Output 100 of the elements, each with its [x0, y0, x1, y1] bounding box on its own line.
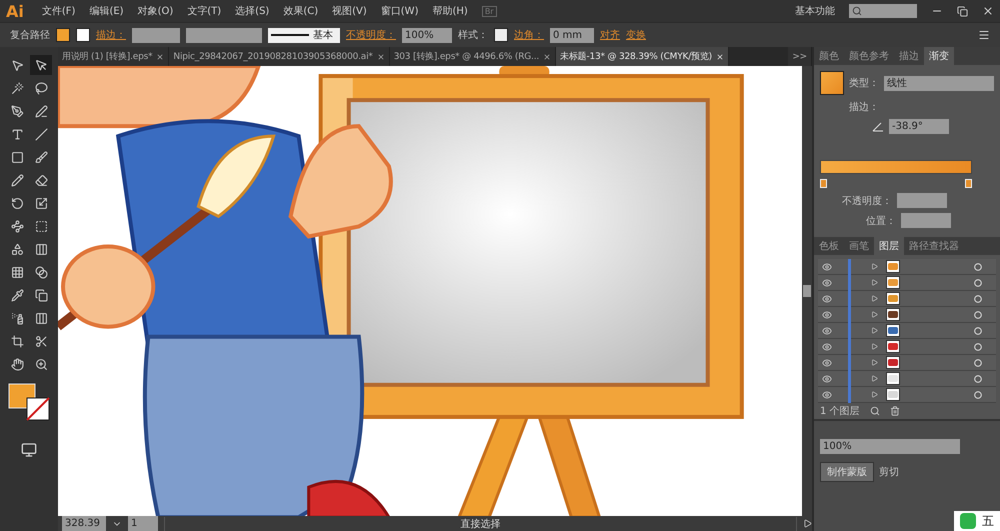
stroke-swatch[interactable] [76, 28, 90, 42]
make-mask-button[interactable]: 制作蒙版 [820, 462, 874, 482]
trash-icon[interactable] [890, 406, 900, 416]
search-icon[interactable] [870, 406, 880, 416]
brush-definition-dropdown[interactable]: 基本 [268, 28, 340, 42]
document-tab[interactable]: Nipic_29842067_20190828103905368000.ai* [169, 47, 390, 66]
eye-icon[interactable] [822, 278, 832, 288]
eye-icon[interactable] [822, 358, 832, 368]
menu-item[interactable]: 文字(T) [187, 4, 222, 18]
stroke-label: 描边： [849, 100, 879, 114]
eye-icon[interactable] [822, 342, 832, 352]
menu-item[interactable]: 选择(S) [235, 4, 270, 18]
layer-row[interactable] [818, 387, 996, 403]
expand-arrow-icon[interactable] [871, 391, 878, 398]
expand-arrow-icon[interactable] [871, 359, 878, 366]
menu-item[interactable]: 文件(F) [42, 4, 76, 18]
opacity-field[interactable]: 100% [820, 439, 960, 454]
bridge-button[interactable]: Br [482, 6, 497, 16]
fill-swatch[interactable] [56, 28, 70, 42]
layer-row[interactable] [818, 339, 996, 355]
location-field[interactable] [901, 213, 951, 228]
panel-tab[interactable]: 颜色参考 [844, 47, 894, 65]
screen-mode-icon[interactable] [21, 442, 37, 458]
document-tab[interactable]: 用说明 (1) [转换].eps* [58, 47, 170, 66]
transform-link[interactable]: 变换 [626, 28, 646, 42]
tool-button[interactable] [30, 55, 52, 75]
eye-icon[interactable] [822, 390, 832, 400]
stroke-line-icon [271, 33, 309, 37]
eye-icon[interactable] [822, 326, 832, 336]
expand-arrow-icon[interactable] [871, 295, 878, 302]
opacity-field[interactable]: 100% [402, 28, 452, 42]
layer-count: 1 个图层 [820, 405, 860, 418]
pen-icon [10, 104, 24, 118]
expand-arrow-icon[interactable] [871, 375, 878, 382]
close-icon[interactable] [716, 52, 724, 60]
search-icon [852, 6, 862, 16]
free-transform-icon [34, 220, 48, 232]
close-icon[interactable] [376, 52, 385, 60]
eye-icon[interactable] [822, 374, 832, 384]
panel-tab[interactable]: 画笔 [844, 237, 874, 255]
menu-item[interactable]: 对象(O) [138, 4, 174, 18]
document-tab[interactable]: 未标题-13* @ 328.39% (CMYK/预览) [556, 47, 729, 66]
opacity-link[interactable]: 不透明度： [346, 28, 396, 42]
expand-arrow-icon[interactable] [871, 263, 878, 270]
status-text: 直接选择 [164, 516, 797, 530]
panel-tab[interactable]: 渐变 [924, 47, 954, 65]
eye-icon[interactable] [822, 294, 832, 304]
layer-row[interactable] [818, 355, 996, 371]
stroke-link[interactable]: 描边： [96, 28, 126, 42]
expand-arrow-icon[interactable] [871, 311, 878, 318]
layer-row[interactable] [818, 291, 996, 307]
corner-link[interactable]: 边角： [514, 28, 544, 42]
app-logo: Ai [6, 2, 24, 20]
layer-row[interactable] [818, 307, 996, 323]
close-icon[interactable] [543, 52, 552, 60]
variable-width-dropdown[interactable] [186, 28, 262, 42]
menu-item[interactable]: 窗口(W) [380, 4, 418, 18]
column-graph-icon [34, 312, 48, 324]
close-icon[interactable] [156, 52, 164, 60]
type-dropdown[interactable]: 线性 [884, 76, 994, 90]
panel-tab[interactable]: 色板 [814, 237, 844, 255]
layer-row[interactable] [818, 275, 996, 291]
panel-tab[interactable]: 颜色 [814, 47, 844, 65]
zoom-icon [34, 358, 48, 370]
selection-arrow-icon [10, 58, 24, 72]
artboard-field[interactable]: 1 [128, 516, 158, 531]
type-icon [10, 128, 24, 140]
stroke-weight-field[interactable] [132, 28, 180, 42]
layer-row[interactable] [818, 259, 996, 275]
menu-item[interactable]: 帮助(H) [432, 4, 468, 18]
close-icon[interactable] [982, 5, 994, 17]
opacity-field[interactable] [897, 193, 947, 208]
corner-field[interactable]: 0 mm [550, 28, 594, 42]
panel-tab[interactable]: 图层 [874, 237, 904, 255]
layer-row[interactable] [818, 371, 996, 387]
more-tabs-button[interactable]: >> [788, 47, 812, 66]
restore-icon[interactable] [957, 6, 968, 16]
fill-stroke-swatches-icon[interactable] [7, 382, 51, 422]
menu-item[interactable]: 视图(V) [332, 4, 367, 18]
layer-row[interactable] [818, 323, 996, 339]
panel-tab[interactable]: 描边 [894, 47, 924, 65]
style-swatch[interactable] [494, 28, 508, 42]
menu-item[interactable]: 效果(C) [283, 4, 318, 18]
vertical-scrollbar[interactable] [802, 66, 812, 516]
panel-menu-icon[interactable] [978, 29, 990, 41]
expand-arrow-icon[interactable] [871, 343, 878, 350]
workspace-switcher[interactable]: 基本功能 [795, 4, 835, 18]
panel-tab[interactable]: 路径查找器 [904, 237, 964, 255]
eye-icon[interactable] [822, 310, 832, 320]
align-link[interactable]: 对齐 [600, 28, 620, 42]
expand-arrow-icon[interactable] [871, 279, 878, 286]
expand-arrow-icon[interactable] [871, 327, 878, 334]
search-field[interactable] [849, 4, 917, 18]
menu-item[interactable]: 编辑(E) [89, 4, 124, 18]
magic-wand-icon [10, 82, 24, 94]
zoom-field[interactable]: 328.39 [62, 516, 106, 531]
play-icon[interactable] [803, 519, 812, 528]
document-tab[interactable]: 303 [转换].eps* @ 4496.6% (RG... [390, 47, 556, 66]
eye-icon[interactable] [822, 262, 832, 272]
angle-field[interactable]: -38.9° [889, 119, 949, 134]
